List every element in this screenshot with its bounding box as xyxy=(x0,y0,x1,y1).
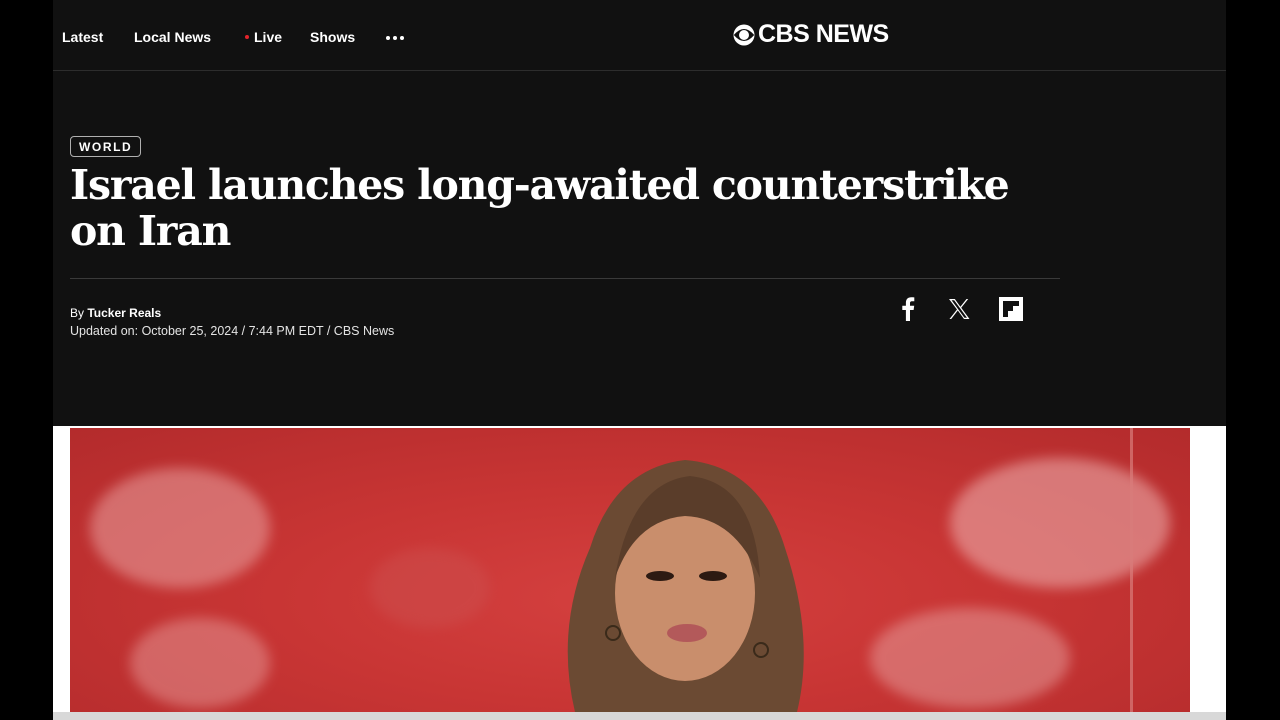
more-menu-icon[interactable] xyxy=(386,36,404,40)
headline-line-2: on Iran xyxy=(70,207,231,255)
presenter-image xyxy=(567,460,804,712)
facebook-icon[interactable] xyxy=(895,296,921,322)
nav-live-label: Live xyxy=(254,29,283,45)
live-indicator-icon xyxy=(245,35,249,39)
top-navigation: Latest Local News Live Shows CBS NEWS xyxy=(53,0,1226,71)
divider xyxy=(70,278,1060,279)
author-link[interactable]: Tucker Reals xyxy=(87,306,161,320)
flipboard-icon[interactable] xyxy=(998,296,1024,322)
byline-prefix: By xyxy=(70,306,85,320)
cbs-news-logo[interactable]: CBS NEWS xyxy=(733,20,889,49)
x-icon[interactable] xyxy=(946,296,972,322)
cbs-eye-icon xyxy=(733,24,755,45)
category-badge[interactable]: WORLD xyxy=(70,136,142,157)
byline: By Tucker Reals xyxy=(70,306,161,320)
nav-live[interactable]: Live xyxy=(245,29,283,45)
headline-line-1: Israel launches long-awaited counterstri… xyxy=(70,161,1010,209)
hero-video-container xyxy=(53,426,1226,720)
page: Latest Local News Live Shows CBS NEWS WO… xyxy=(53,0,1226,720)
nav-shows[interactable]: Shows xyxy=(310,29,355,45)
logo-text: CBS NEWS xyxy=(758,20,889,48)
nav-local-news[interactable]: Local News xyxy=(134,29,211,45)
nav-latest[interactable]: Latest xyxy=(62,29,103,45)
video-progress-bar[interactable] xyxy=(53,712,1226,720)
updated-timestamp: Updated on: October 25, 2024 / 7:44 PM E… xyxy=(70,324,395,338)
hero-video[interactable] xyxy=(70,428,1190,712)
article-headline: Israel launches long-awaited counterstri… xyxy=(70,162,1070,254)
